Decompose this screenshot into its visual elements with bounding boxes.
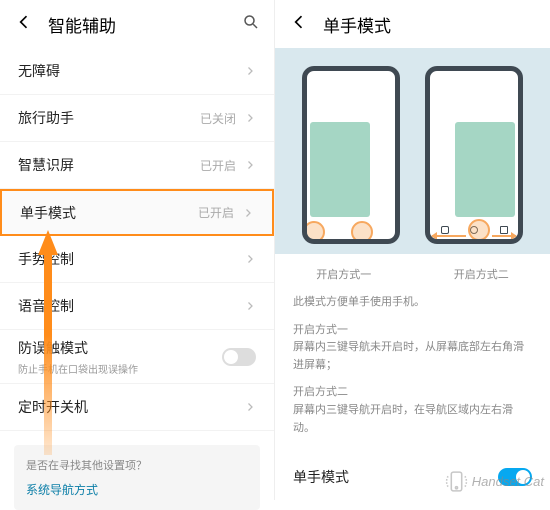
row-one-hand-mode[interactable]: 单手模式 已开启: [0, 189, 274, 236]
hint-question: 是否在寻找其他设置项？: [26, 457, 248, 473]
chevron-right-icon: [244, 112, 256, 124]
settings-list: 无障碍 旅行助手 已关闭 智慧识屏 已开启 单手模式 已开启 手势控制 语音控制: [0, 48, 274, 431]
toggle-mistouch[interactable]: [222, 348, 256, 366]
row-gesture-control[interactable]: 手势控制: [0, 236, 274, 283]
desc-m2-title: 开启方式二: [293, 386, 348, 398]
row-voice-control[interactable]: 语音控制: [0, 283, 274, 330]
chevron-right-icon: [242, 207, 254, 219]
back-icon[interactable]: [14, 12, 34, 37]
method-2-label: 开启方式二: [454, 266, 509, 282]
row-status: 已开启: [198, 204, 234, 221]
chevron-right-icon: [244, 159, 256, 171]
chevron-right-icon: [244, 253, 256, 265]
row-status: 已关闭: [200, 110, 236, 127]
desc-m1-title: 开启方式一: [293, 324, 348, 336]
page-title: 单手模式: [323, 12, 391, 37]
row-label: 手势控制: [18, 249, 244, 269]
hint-link[interactable]: 系统导航方式: [26, 481, 248, 498]
chevron-right-icon: [244, 300, 256, 312]
method-labels: 开启方式一 开启方式二: [275, 254, 550, 288]
desc-intro: 此模式方便单手使用手机。: [293, 294, 532, 312]
back-icon[interactable]: [289, 12, 309, 37]
chevron-right-icon: [244, 401, 256, 413]
row-travel-assistant[interactable]: 旅行助手 已关闭: [0, 95, 274, 142]
left-header: 智能辅助: [0, 0, 274, 48]
illustration-panel: [275, 48, 550, 254]
phone-diagram-1: [302, 66, 400, 244]
row-label: 定时开关机: [18, 397, 244, 417]
hint-box: 是否在寻找其他设置项？ 系统导航方式: [14, 445, 260, 510]
watermark-text: Handset Cat: [472, 474, 544, 489]
row-label: 单手模式: [20, 203, 198, 223]
search-icon[interactable]: [242, 13, 260, 36]
row-accessibility[interactable]: 无障碍: [0, 48, 274, 95]
row-label: 防误触模式: [18, 338, 222, 358]
watermark: Handset Cat: [444, 469, 544, 494]
desc-m2-body: 屏幕内三键导航开启时，在导航区域内左右滑动。: [293, 404, 513, 434]
row-label: 语音控制: [18, 296, 244, 316]
row-label: 无障碍: [18, 61, 244, 81]
method-1-label: 开启方式一: [316, 266, 371, 282]
row-status: 已开启: [200, 157, 236, 174]
chevron-right-icon: [244, 65, 256, 77]
desc-m1-body: 屏幕内三键导航未开启时，从屏幕底部左右角滑进屏幕；: [293, 341, 524, 371]
row-desc: 防止手机在口袋出现误操作: [18, 361, 222, 376]
row-smart-screen[interactable]: 智慧识屏 已开启: [0, 142, 274, 189]
row-label: 智慧识屏: [18, 155, 200, 175]
phone-diagram-2: [425, 66, 523, 244]
row-scheduled-power[interactable]: 定时开关机: [0, 384, 274, 431]
row-label: 旅行助手: [18, 108, 200, 128]
page-title: 智能辅助: [48, 12, 116, 37]
right-header: 单手模式: [275, 0, 550, 48]
row-mistouch-prevention[interactable]: 防误触模式 防止手机在口袋出现误操作: [0, 330, 274, 384]
description-block: 此模式方便单手使用手机。 开启方式一屏幕内三键导航未开启时，从屏幕底部左右角滑进…: [275, 288, 550, 453]
